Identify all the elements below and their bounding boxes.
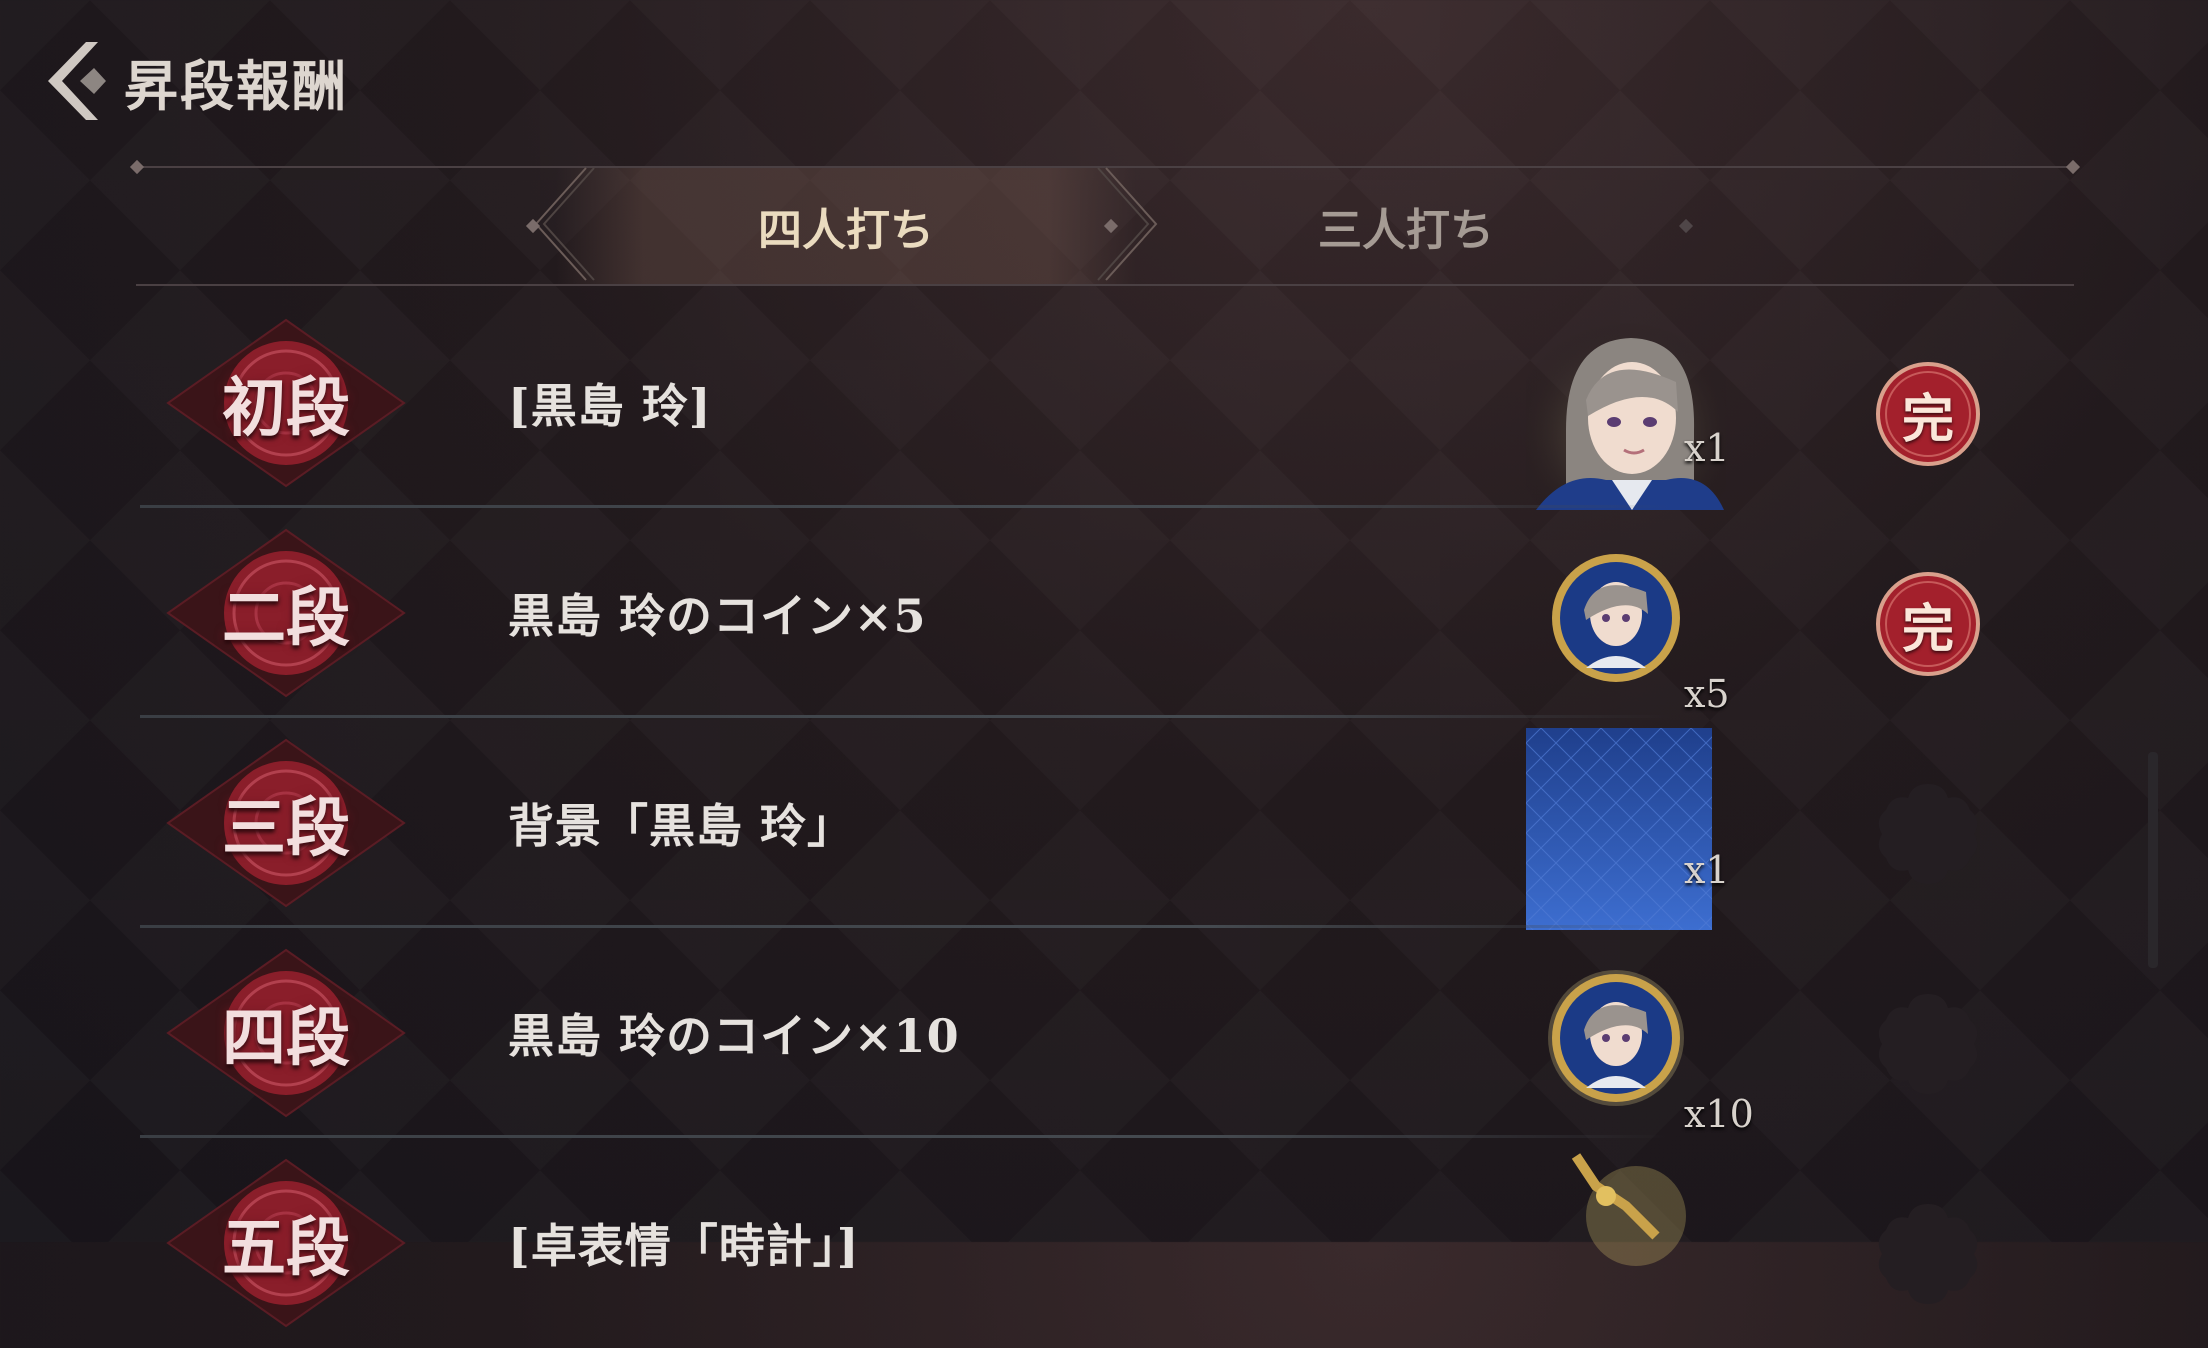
tab-four-player[interactable]: 四人打ち (556, 168, 1136, 284)
rank-label: 二段 (222, 581, 350, 656)
gold-item-icon (1571, 1153, 1686, 1266)
list-item[interactable]: 二段 黒島 玲のコイン×5 x5 完 (136, 508, 2066, 718)
ornament-dot (2065, 159, 2081, 175)
reward-name: [黒島 玲] (508, 379, 712, 433)
unclaimed-badge-icon (1878, 784, 1978, 884)
reward-quantity: x5 (1684, 672, 1730, 716)
character-portrait-icon (1526, 320, 1726, 510)
page-title: 昇段報酬 (124, 53, 348, 118)
tab-three-player-label: 三人打ち (1318, 205, 1494, 256)
list-item[interactable]: 五段 [卓表情「時計」] (136, 1138, 2066, 1348)
chevron-left-icon (48, 42, 106, 120)
completed-label: 完 (1901, 388, 1954, 450)
tab-four-player-label: 四人打ち (758, 205, 934, 256)
reward-name: 背景「黒島 玲」 (508, 799, 855, 853)
ornament-dot (1678, 218, 1694, 234)
reward-name: [卓表情「時計」] (508, 1219, 860, 1273)
completed-label: 完 (1901, 598, 1954, 660)
rank-label: 初段 (222, 371, 350, 446)
scrollbar[interactable] (2148, 752, 2158, 968)
tab-three-player[interactable]: 三人打ち (1166, 168, 1646, 284)
unclaimed-badge-icon (1878, 1204, 1978, 1304)
reward-list: 初段 [黒島 玲] x1 完 二段 黒島 玲のコイン×5 x5 完 三段 背景「… (136, 298, 2066, 1348)
reward-name: 黒島 玲のコイン×5 (508, 589, 927, 643)
list-item[interactable]: 初段 [黒島 玲] x1 完 (136, 298, 2066, 510)
reward-quantity: x1 (1684, 848, 1730, 892)
back-button[interactable] (40, 36, 110, 126)
character-coin-icon (1552, 554, 1680, 682)
reward-quantity: x1 (1684, 426, 1730, 470)
rank-label: 四段 (222, 1001, 350, 1076)
ornament-dot (129, 159, 145, 175)
background-tile-icon (1526, 728, 1712, 930)
character-coin-icon (1548, 970, 1684, 1106)
rank-label: 三段 (222, 791, 350, 866)
reward-name: 黒島 玲のコイン×10 (508, 1009, 960, 1063)
rank-label: 五段 (222, 1211, 350, 1286)
reward-quantity: x10 (1684, 1092, 1754, 1136)
unclaimed-badge-icon (1878, 994, 1978, 1094)
list-item[interactable]: 四段 黒島 玲のコイン×10 x10 (136, 928, 2066, 1138)
tab-bar-bottom-divider (136, 284, 2074, 286)
list-item[interactable]: 三段 背景「黒島 玲」 x1 (136, 718, 2066, 930)
tab-bar: 四人打ち 三人打ち (129, 159, 2081, 286)
header: 昇段報酬 (40, 36, 348, 126)
